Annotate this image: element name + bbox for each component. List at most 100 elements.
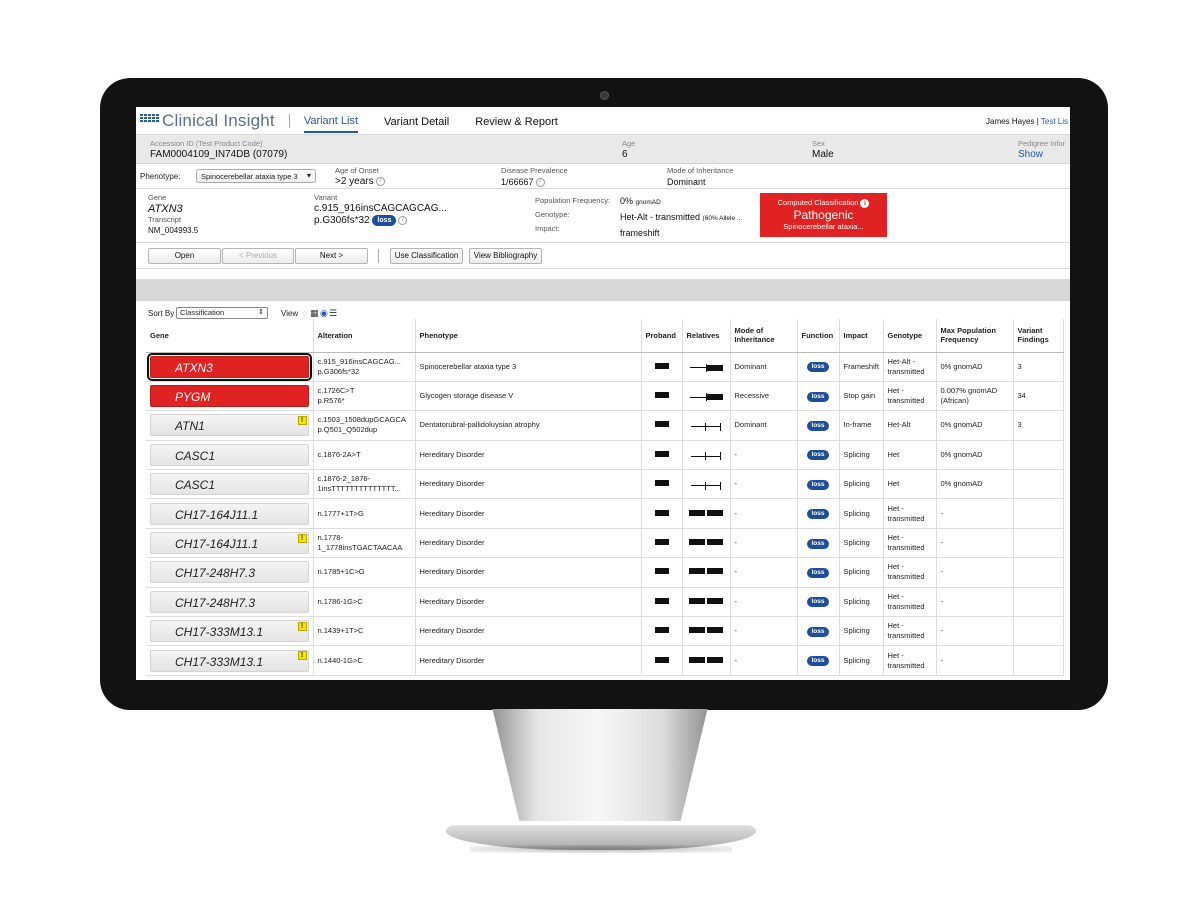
table-row[interactable]: CH17-248H7.3 n.1785+1C>G Hereditary Disord… bbox=[146, 557, 1064, 588]
gene-cell[interactable]: CH17-333M13.1! bbox=[146, 616, 314, 647]
test-list-link[interactable]: Test Lis bbox=[1041, 117, 1068, 126]
col-header-variant-findings[interactable]: Variant Findings bbox=[1013, 319, 1064, 353]
table-row[interactable]: CH17-248H7.3 n.1786-1G>C Hereditary Disord… bbox=[146, 587, 1064, 618]
phenotype-cell: Hereditary Disorder bbox=[415, 440, 642, 471]
info-icon[interactable]: i bbox=[860, 198, 870, 208]
col-header-genotype[interactable]: Genotype bbox=[883, 319, 937, 353]
gene-button[interactable]: CH17-248H7.3 bbox=[150, 561, 309, 584]
col-header-impact[interactable]: Impact bbox=[839, 319, 884, 353]
gene-button[interactable]: CH17-164J11.1 bbox=[150, 502, 309, 525]
function-badge: loss bbox=[807, 567, 829, 578]
col-header-gene[interactable]: Gene bbox=[146, 319, 314, 353]
radio-selected-icon[interactable]: ◉ bbox=[320, 308, 328, 319]
computed-classification-badge[interactable]: Computed Classification i Pathogenic Spin… bbox=[760, 193, 887, 237]
table-row[interactable]: CH17-333M13.1! n.1439+1T>C Hereditary Diso… bbox=[146, 616, 1064, 647]
table-row[interactable]: ATN1! c.1503_1508dupGCAGCA p.Q501_Q502dup D… bbox=[146, 410, 1064, 441]
app-logo-text: Clinical Insight bbox=[162, 110, 275, 130]
phenotype-cell: Hereditary Disorder bbox=[415, 616, 642, 647]
tab-variant-detail[interactable]: Variant Detail bbox=[384, 110, 449, 132]
col-header-phenotype[interactable]: Phenotype bbox=[415, 319, 642, 353]
alteration-cell: n.1439+1T>C bbox=[313, 616, 416, 647]
col-header-proband[interactable]: Proband bbox=[641, 319, 683, 353]
info-icon[interactable]: i bbox=[375, 176, 385, 186]
gene-button[interactable]: CH17-164J11.1 bbox=[150, 532, 309, 555]
alteration-cell: c.1876-2A>T bbox=[313, 440, 416, 471]
table-row[interactable]: PYGM c.1726C>T p.R576* Glycogen storage dis… bbox=[146, 381, 1064, 412]
pedigree-show-link[interactable]: Show bbox=[1018, 149, 1065, 161]
tab-review-report[interactable]: Review & Report bbox=[475, 110, 558, 132]
col-header-alteration[interactable]: Alteration bbox=[313, 319, 416, 353]
findings-cell bbox=[1013, 469, 1064, 500]
previous-button[interactable]: < Previous bbox=[222, 248, 294, 264]
relatives-indicator bbox=[691, 452, 721, 461]
view-bibliography-button[interactable]: View Bibliography bbox=[469, 248, 542, 264]
table-row[interactable]: CH17-164J11.1 n.1777+1T>G Hereditary Disor… bbox=[146, 498, 1064, 529]
phenotype-cell: Hereditary Disorder bbox=[415, 528, 642, 559]
inheritance-cell: - bbox=[730, 528, 798, 559]
use-classification-button[interactable]: Use Classification bbox=[390, 248, 463, 264]
table-row[interactable]: CH17-333M13.1! n.1440-1G>C Hereditary Diso… bbox=[146, 645, 1064, 676]
next-button[interactable]: Next > bbox=[295, 248, 368, 264]
gene-cell[interactable]: CASC1 bbox=[146, 440, 314, 471]
gene-cell[interactable]: CH17-164J11.1 bbox=[146, 498, 314, 529]
alteration-c: c.1876-2A>T bbox=[317, 449, 361, 459]
list-view-icon[interactable]: ☰ bbox=[329, 308, 337, 319]
col-header-inheritance[interactable]: Mode of Inheritance bbox=[730, 319, 798, 353]
alteration-c: n.1777+1T>G bbox=[317, 508, 364, 518]
warning-icon[interactable]: ! bbox=[297, 533, 307, 543]
phenotype-select[interactable]: Spinocerebellar ataxia type 3 bbox=[196, 169, 316, 183]
relatives-indicator bbox=[689, 568, 723, 575]
sex-label: Sex bbox=[812, 139, 825, 148]
radio-unselected-icon[interactable]: ○ bbox=[302, 308, 307, 318]
gene-button[interactable]: CH17-333M13.1 bbox=[150, 649, 309, 672]
gene-cell[interactable]: CH17-333M13.1! bbox=[146, 645, 314, 676]
inheritance-cell: - bbox=[730, 469, 798, 500]
toolbar-divider bbox=[378, 249, 379, 263]
tab-variant-list[interactable]: Variant List bbox=[303, 109, 359, 133]
info-icon[interactable]: i bbox=[535, 178, 545, 188]
webcam-icon bbox=[600, 91, 609, 100]
grid-view-icon[interactable]: ▦ bbox=[310, 308, 319, 319]
col-header-max-frequency[interactable]: Max Population Frequency bbox=[936, 319, 1014, 353]
alteration-c: c.915_916insCAGCAG... bbox=[317, 356, 401, 366]
proband-indicator bbox=[654, 362, 669, 369]
pedigree-label: Pedigree Infor bbox=[1018, 139, 1066, 148]
gene-button[interactable]: CH17-333M13.1 bbox=[150, 620, 309, 643]
gene-button[interactable]: ATN1 bbox=[150, 414, 309, 437]
impact-cell: In-frame bbox=[839, 410, 884, 441]
proband-indicator bbox=[654, 568, 669, 575]
relatives-indicator bbox=[689, 627, 723, 634]
warning-icon[interactable]: ! bbox=[297, 622, 307, 632]
warning-icon[interactable]: ! bbox=[297, 416, 307, 426]
gene-cell[interactable]: CH17-164J11.1! bbox=[146, 528, 314, 559]
gene-button[interactable]: CASC1 bbox=[150, 443, 309, 466]
warning-icon[interactable]: ! bbox=[297, 651, 307, 661]
info-icon[interactable]: i bbox=[398, 216, 408, 225]
inheritance-cell: Dominant bbox=[730, 410, 798, 441]
findings-cell bbox=[1013, 557, 1064, 588]
gene-cell[interactable]: ATN1! bbox=[146, 410, 314, 441]
gene-button[interactable]: CH17-248H7.3 bbox=[150, 590, 309, 613]
inheritance-cell: Recessive bbox=[730, 381, 798, 412]
phenotype-cell: Hereditary Disorder bbox=[415, 498, 642, 529]
col-header-function[interactable]: Function bbox=[797, 319, 840, 353]
proband-cell bbox=[641, 469, 683, 500]
table-row[interactable]: CASC1 c.1876-2_1876- 1insTTTTTTTTTTTTTT...… bbox=[146, 469, 1064, 500]
proband-indicator bbox=[654, 480, 669, 487]
gene-button[interactable]: CASC1 bbox=[150, 473, 309, 496]
gene-cell[interactable]: PYGM bbox=[146, 381, 314, 412]
gene-button[interactable]: ATXN3 bbox=[147, 352, 312, 381]
open-button[interactable]: Open bbox=[148, 248, 221, 264]
gene-button[interactable]: PYGM bbox=[150, 385, 309, 408]
function-badge: loss bbox=[807, 391, 829, 402]
col-header-relatives[interactable]: Relatives bbox=[682, 319, 731, 353]
gene-cell[interactable]: CASC1 bbox=[146, 469, 314, 500]
sort-select[interactable]: Classification bbox=[176, 307, 268, 319]
table-row[interactable]: ATXN3 c.915_916insCAGCAG... p.G306fs*32 Spi… bbox=[146, 352, 1064, 382]
gene-cell[interactable]: ATXN3 bbox=[146, 352, 314, 382]
gene-cell[interactable]: CH17-248H7.3 bbox=[146, 587, 314, 618]
table-row[interactable]: CASC1 c.1876-2A>T Hereditary Disorder - loss… bbox=[146, 440, 1064, 471]
table-row[interactable]: CH17-164J11.1! n.1778- 1_1778insTGACTAACAA… bbox=[146, 528, 1064, 559]
table-header-row: Gene Alteration Phenotype Proband Relati… bbox=[146, 319, 1064, 353]
gene-cell[interactable]: CH17-248H7.3 bbox=[146, 557, 314, 588]
